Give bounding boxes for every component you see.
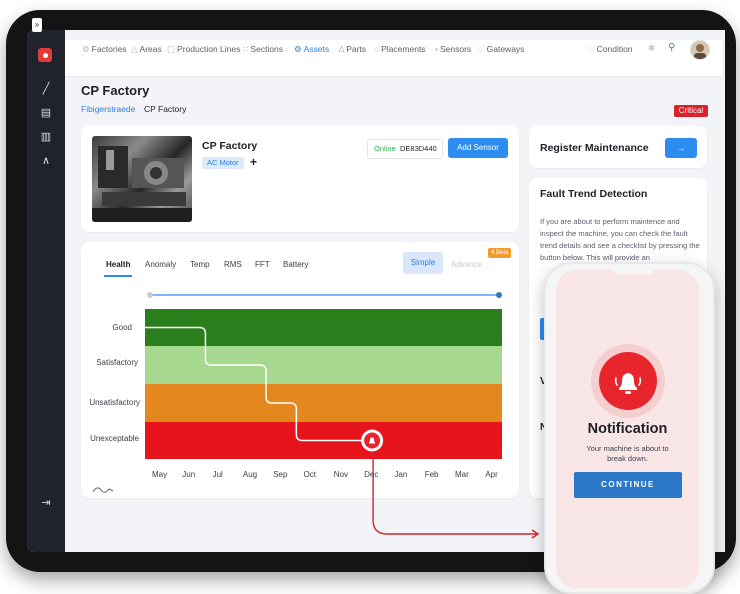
range-slider-start-handle bbox=[147, 292, 153, 298]
x-tick-label: Oct bbox=[303, 470, 316, 479]
band-unsatisfactory bbox=[145, 384, 502, 422]
notification-arrow bbox=[372, 452, 536, 535]
x-tick-label: Apr bbox=[485, 470, 498, 479]
x-tick-label: Jun bbox=[182, 470, 196, 479]
x-tick-label: Sep bbox=[273, 470, 288, 479]
range-slider-end-handle bbox=[496, 292, 502, 298]
continue-button[interactable]: CONTINUE bbox=[574, 472, 682, 498]
notification-title: Notification bbox=[587, 421, 668, 437]
x-tick-label: Mar bbox=[455, 470, 469, 479]
notification-message: Your machine is about to break down. bbox=[586, 444, 669, 463]
phone-notch bbox=[614, 268, 654, 274]
alarm-bell-icon bbox=[599, 352, 657, 410]
x-tick-label: Aug bbox=[242, 470, 258, 479]
y-label-satisfactory: Satisfactory bbox=[96, 358, 138, 367]
y-label-good: Good bbox=[112, 323, 132, 332]
x-tick-label: Jan bbox=[394, 470, 408, 479]
y-label-unexceptable: Unexceptable bbox=[90, 434, 139, 443]
x-tick-label: May bbox=[152, 470, 168, 479]
x-tick-label: Jul bbox=[212, 470, 223, 479]
x-tick-label: Feb bbox=[424, 470, 439, 479]
band-satisfactory bbox=[145, 346, 502, 384]
y-label-unsatisfactory: Unsatisfactory bbox=[89, 398, 140, 407]
x-tick-label: Nov bbox=[333, 470, 349, 479]
wave-icon bbox=[92, 484, 114, 497]
x-tick-label: Dec bbox=[364, 470, 379, 479]
